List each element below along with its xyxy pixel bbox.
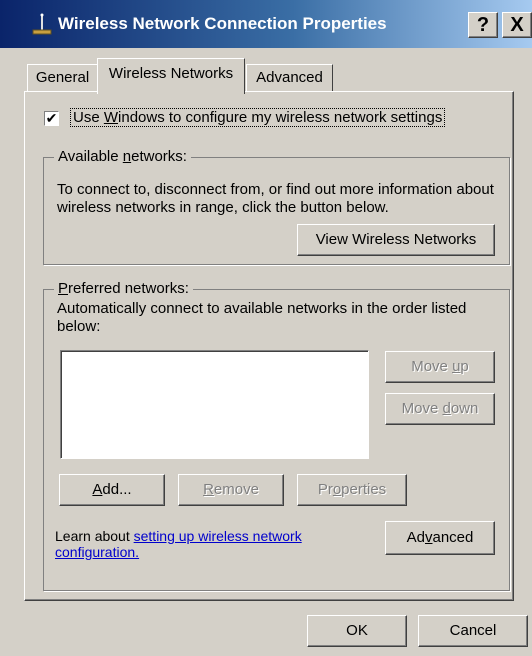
preferred-label-post: referred networks: (68, 280, 189, 297)
cancel-button[interactable]: Cancel (418, 615, 528, 647)
checkmark-icon: ✔ (45, 110, 58, 126)
add-post: dd... (102, 481, 132, 498)
use-windows-label-pre: Use (73, 109, 104, 126)
tab-advanced[interactable]: Advanced (246, 64, 333, 92)
move-up-post: p (460, 358, 469, 375)
preferred-label-accel: P (58, 280, 69, 297)
learn-about-text: Learn about setting up wireless network … (55, 528, 375, 560)
move-down-post: own (450, 400, 479, 417)
help-button[interactable]: ? (468, 12, 498, 38)
use-windows-checkbox[interactable]: ✔ (44, 111, 59, 126)
use-windows-label-post: indows to configure my wireless network … (118, 109, 443, 126)
window-title: Wireless Network Connection Properties (58, 14, 387, 33)
close-button[interactable]: X (502, 12, 532, 38)
move-down-accel: d (442, 400, 451, 417)
network-connection-icon (32, 13, 52, 35)
title-bar[interactable]: Wireless Network Connection Properties ?… (0, 0, 532, 48)
preferred-networks-description: Automatically connect to available netwo… (57, 300, 467, 335)
advanced-button[interactable]: Advanced (385, 521, 495, 555)
view-wireless-networks-button[interactable]: View Wireless Networks (297, 224, 495, 256)
available-label-accel: n (122, 148, 132, 165)
preferred-networks-list[interactable] (60, 350, 369, 459)
learn-about-prefix: Learn about (55, 528, 134, 544)
add-accel: A (92, 481, 103, 498)
available-label-post: etworks: (131, 148, 187, 165)
properties-dialog: Wireless Network Connection Properties ?… (0, 0, 532, 656)
move-up-pre: Move (411, 358, 453, 375)
advanced-post: anced (432, 529, 474, 546)
properties-accel: o (332, 481, 342, 498)
add-button[interactable]: Add... (59, 474, 165, 506)
move-up-button[interactable]: Move up (385, 351, 495, 383)
available-networks-label: Available networks: (54, 148, 191, 165)
move-down-button[interactable]: Move down (385, 393, 495, 425)
tab-wireless-networks[interactable]: Wireless Networks (97, 58, 245, 94)
available-networks-description: To connect to, disconnect from, or find … (57, 181, 494, 216)
remove-accel: R (203, 481, 214, 498)
use-windows-label[interactable]: Use Windows to configure my wireless net… (70, 108, 446, 127)
move-down-pre: Move (401, 400, 443, 417)
properties-post: perties (341, 481, 387, 498)
properties-pre: Pr (317, 481, 333, 498)
advanced-pre: Ad (406, 529, 425, 546)
properties-button[interactable]: Properties (297, 474, 407, 506)
preferred-networks-label: Preferred networks: (54, 280, 193, 297)
remove-button[interactable]: Remove (178, 474, 284, 506)
ok-button[interactable]: OK (307, 615, 407, 647)
remove-post: emove (213, 481, 259, 498)
tab-general[interactable]: General (27, 64, 98, 92)
use-windows-accel: W (103, 109, 119, 126)
available-label-pre: Available (58, 148, 123, 165)
